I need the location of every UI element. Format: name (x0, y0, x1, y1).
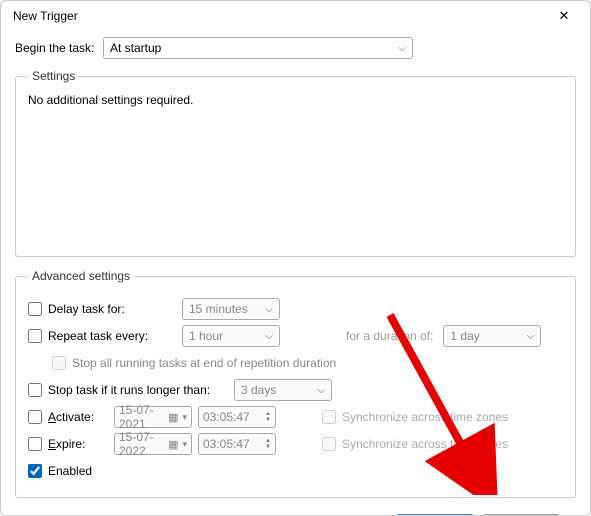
repeat-select[interactable]: 1 hour ⌵ (182, 325, 280, 347)
advanced-settings-group: Advanced settings Delay task for: 15 min… (15, 269, 576, 498)
stoplong-select[interactable]: 3 days ⌵ (234, 379, 332, 401)
expire-time-value: 03:05:47 (203, 437, 250, 451)
settings-group: Settings No additional settings required… (15, 69, 576, 257)
activate-date[interactable]: 15-07-2021 ▦ ▾ (114, 406, 192, 428)
repeat-value: 1 hour (189, 329, 223, 343)
chevron-down-icon: ⌵ (265, 304, 273, 315)
settings-legend: Settings (28, 69, 79, 83)
calendar-icon: ▦ (168, 438, 178, 451)
repeat-duration-label: for a duration of: (346, 329, 433, 343)
stop-all-row: Stop all running tasks at end of repetit… (52, 352, 563, 374)
calendar-icon: ▦ (168, 411, 178, 424)
delay-checkbox[interactable] (28, 302, 42, 316)
begin-task-row: Begin the task: At startup ⌵ (15, 37, 576, 59)
titlebar: New Trigger ✕ (1, 1, 590, 29)
activate-sync-group: Synchronize across time zones (322, 410, 508, 424)
repeat-label: Repeat task every: (48, 329, 176, 343)
activate-date-value: 15-07-2021 (119, 403, 164, 431)
close-icon: ✕ (559, 8, 570, 24)
stoplong-value: 3 days (241, 383, 276, 397)
delay-value: 15 minutes (189, 302, 248, 316)
enabled-checkbox[interactable] (28, 464, 42, 478)
expire-row: Expire: 15-07-2022 ▦ ▾ 03:05:47 ▲▼ Synch… (28, 433, 563, 455)
chevron-down-icon: ⌵ (398, 43, 406, 54)
delay-label: Delay task for: (48, 302, 176, 316)
footer: OK Cancel (15, 506, 576, 516)
repeat-duration-value: 1 day (450, 329, 479, 343)
enabled-row: Enabled (28, 460, 563, 482)
activate-label: Activate: (48, 410, 108, 424)
repeat-duration-select[interactable]: 1 day ⌵ (443, 325, 541, 347)
activate-checkbox[interactable] (28, 410, 42, 424)
chevron-down-icon: ⌵ (527, 331, 535, 342)
spinner-icon: ▲▼ (265, 411, 271, 423)
content: Begin the task: At startup ⌵ Settings No… (1, 29, 590, 516)
delay-row: Delay task for: 15 minutes ⌵ (28, 298, 563, 320)
chevron-down-icon: ⌵ (265, 331, 273, 342)
expire-date-value: 15-07-2022 (119, 430, 164, 458)
activate-time[interactable]: 03:05:47 ▲▼ (198, 406, 276, 428)
repeat-row: Repeat task every: 1 hour ⌵ for a durati… (28, 325, 563, 347)
stop-all-checkbox (52, 356, 66, 370)
activate-row: Activate: 15-07-2021 ▦ ▾ 03:05:47 ▲▼ Syn… (28, 406, 563, 428)
new-trigger-dialog: New Trigger ✕ Begin the task: At startup… (0, 0, 591, 516)
expire-date[interactable]: 15-07-2022 ▦ ▾ (114, 433, 192, 455)
repeat-checkbox[interactable] (28, 329, 42, 343)
expire-sync-group: Synchronize across time zones (322, 437, 508, 451)
begin-task-select[interactable]: At startup ⌵ (103, 37, 413, 59)
stop-all-label: Stop all running tasks at end of repetit… (72, 356, 336, 370)
chevron-down-icon: ▾ (182, 439, 187, 450)
expire-label: Expire: (48, 437, 108, 451)
delay-select[interactable]: 15 minutes ⌵ (182, 298, 280, 320)
chevron-down-icon: ▾ (182, 412, 187, 423)
begin-task-value: At startup (110, 41, 161, 55)
settings-text: No additional settings required. (28, 93, 563, 107)
begin-task-label: Begin the task: (15, 41, 95, 55)
expire-sync-label: Synchronize across time zones (342, 437, 508, 451)
expire-sync-checkbox (322, 437, 336, 451)
window-title: New Trigger (13, 9, 78, 23)
close-button[interactable]: ✕ (548, 4, 580, 28)
stoplong-checkbox[interactable] (28, 383, 42, 397)
activate-sync-checkbox (322, 410, 336, 424)
spinner-icon: ▲▼ (265, 438, 271, 450)
expire-time[interactable]: 03:05:47 ▲▼ (198, 433, 276, 455)
expire-checkbox[interactable] (28, 437, 42, 451)
enabled-label: Enabled (48, 464, 92, 478)
stoplong-label: Stop task if it runs longer than: (48, 383, 228, 397)
activate-time-value: 03:05:47 (203, 410, 250, 424)
advanced-settings-legend: Advanced settings (28, 269, 134, 283)
stoplong-row: Stop task if it runs longer than: 3 days… (28, 379, 563, 401)
chevron-down-icon: ⌵ (317, 385, 325, 396)
activate-sync-label: Synchronize across time zones (342, 410, 508, 424)
